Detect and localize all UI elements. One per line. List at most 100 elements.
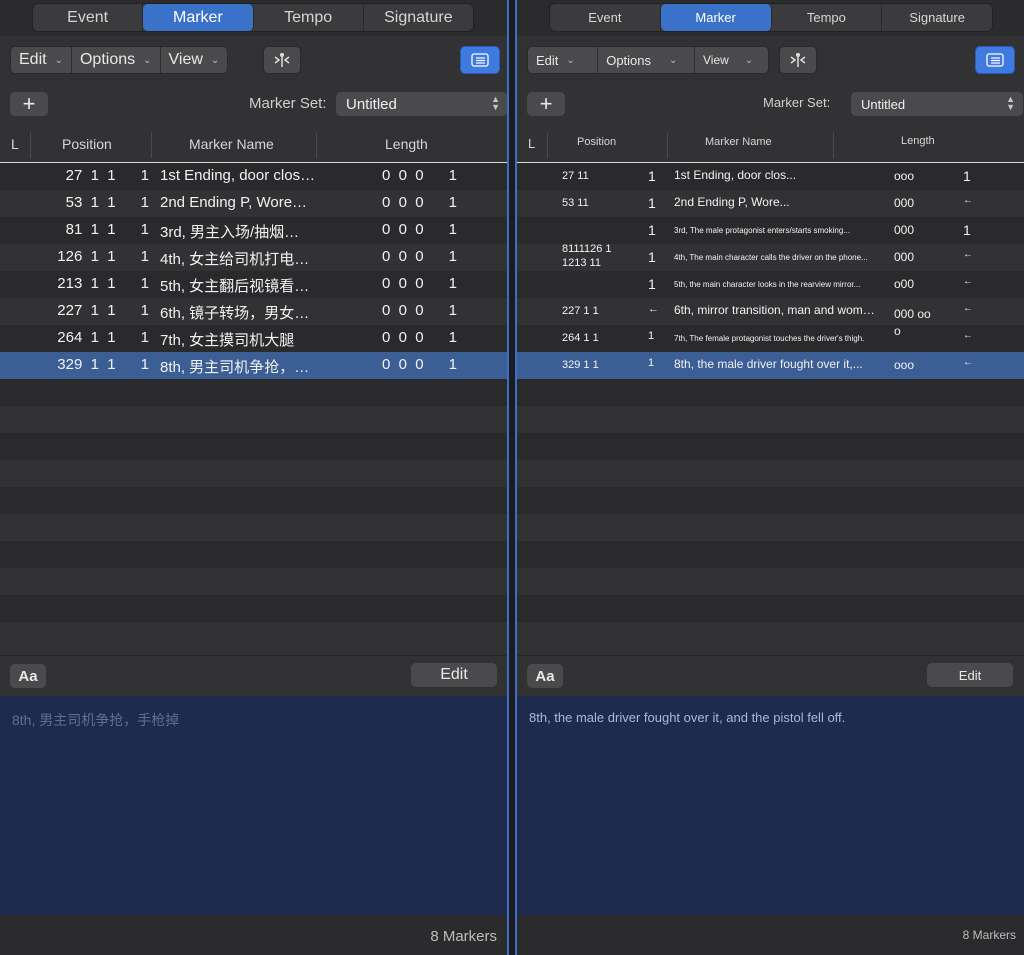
note-text: 8th, 男主司机争抢，手枪掉: [12, 712, 180, 728]
marker-bar-number: 1: [648, 195, 656, 211]
marker-length: 000: [894, 196, 915, 210]
marker-name: 4th, The main character calls the driver…: [674, 253, 868, 262]
empty-row: [0, 514, 507, 541]
segmented-tabs: Event Marker Tempo Signature: [32, 3, 474, 32]
marker-row[interactable]: 27 11 1 1st Ending, door clos... ooo 1: [517, 163, 1024, 190]
tab-tempo[interactable]: Tempo: [772, 4, 883, 31]
col-length[interactable]: Length: [901, 135, 935, 147]
marker-set-select[interactable]: Untitled ▲ ▼: [336, 92, 507, 116]
marker-bar-number: 1: [648, 168, 656, 184]
chevron-down-icon: ⌄: [210, 54, 220, 66]
list-text-icon: [986, 53, 1004, 67]
view-menu[interactable]: View ⌄: [161, 47, 228, 73]
marker-note-text[interactable]: 8th, the male driver fought over it, and…: [517, 696, 1024, 915]
col-position[interactable]: Position: [62, 136, 112, 152]
marker-row[interactable]: 126 1 1 1 4th, 女主给司机打电… 0 0 0 1: [0, 244, 507, 271]
marker-list-panel-translated: Event Marker Tempo Signature Edit ⌄ Optio…: [515, 0, 1024, 955]
marker-row[interactable]: 264 1 1 1 7th, The female protagonist touc…: [517, 324, 1024, 352]
tab-tempo[interactable]: Tempo: [254, 4, 364, 31]
marker-position: 264 1 1: [562, 332, 599, 344]
empty-row: [0, 595, 507, 622]
marker-row[interactable]: 227 1 1 1 6th, 镜子转场，男女… 0 0 0 1: [0, 298, 507, 325]
marker-name: 2nd Ending P, Wore...: [674, 195, 790, 209]
tab-marker[interactable]: Marker: [660, 4, 772, 31]
marker-row[interactable]: 81 1 1 1 3rd, 男主入场/抽烟… 0 0 0 1: [0, 217, 507, 244]
tab-bar: Event Marker Tempo Signature: [0, 0, 507, 36]
view-menu-label: View: [168, 51, 203, 68]
empty-row: [0, 379, 507, 406]
col-marker-name[interactable]: Marker Name: [189, 136, 274, 152]
view-menu[interactable]: View ⌄: [695, 47, 768, 73]
marker-row[interactable]: 27 1 1 1 1st Ending, door clos… 0 0 0 1: [0, 163, 507, 190]
column-divider: [151, 132, 152, 158]
marker-text-toggle-button[interactable]: [975, 46, 1015, 74]
marker-set-value: Untitled: [861, 96, 906, 112]
tab-signature[interactable]: Signature: [364, 4, 473, 31]
tab-event[interactable]: Event: [550, 4, 661, 31]
col-lock[interactable]: L: [11, 136, 19, 152]
marker-row[interactable]: 1 3rd, The male protagonist enters/starts…: [517, 217, 1024, 244]
marker-note-text[interactable]: 8th, 男主司机争抢，手枪掉: [0, 696, 507, 915]
chevron-down-icon: ⌄: [669, 54, 678, 66]
marker-row[interactable]: 53 11 1 2nd Ending P, Wore... 000 ←: [517, 190, 1024, 217]
empty-row: [0, 433, 507, 460]
toolbar: Edit ⌄ Options ⌄ View ⌄: [0, 36, 507, 81]
note-edit-button[interactable]: Edit: [411, 663, 497, 687]
tab-marker[interactable]: Marker: [143, 4, 254, 31]
marker-list-panel-original: Event Marker Tempo Signature Edit ⌄ Optio…: [0, 0, 509, 955]
marker-row[interactable]: 329 1 1 1 8th, 男主司机争抢，… 0 0 0 1: [0, 352, 507, 379]
marker-snap-button[interactable]: [779, 46, 817, 74]
marker-position: 213 1 1 1: [57, 275, 149, 292]
marker-bar-number: 1: [648, 276, 656, 292]
add-marker-button[interactable]: +: [527, 91, 565, 116]
chevron-down-icon: ⌄: [566, 54, 575, 66]
marker-position: 227 1 1 1: [57, 302, 149, 319]
col-length[interactable]: Length: [385, 136, 428, 152]
marker-count: 8 Markers: [962, 928, 1016, 942]
marker-name: 6th, mirror transition, man and woman...: [674, 303, 879, 317]
marker-length: 0 0 0 1: [381, 302, 457, 319]
column-divider: [833, 132, 834, 158]
marker-row[interactable]: 329 1 1 1 8th, the male driver fought over…: [517, 352, 1024, 379]
marker-row[interactable]: 1 5th, the main character looks in the re…: [517, 271, 1024, 298]
marker-position: 81 1 1 1: [65, 221, 149, 238]
options-menu[interactable]: Options ⌄: [598, 47, 695, 73]
options-menu[interactable]: Options ⌄: [72, 47, 161, 73]
marker-bar-number: 1: [648, 330, 655, 342]
marker-row[interactable]: 8111126 1 1213 11 1 4th, The main character…: [517, 243, 1024, 271]
edit-menu[interactable]: Edit ⌄: [11, 47, 72, 73]
marker-text-toggle-button[interactable]: [460, 46, 500, 74]
marker-bar-number: 1: [648, 357, 655, 369]
marker-name: 1st Ending, door clos…: [160, 167, 316, 184]
marker-row[interactable]: 264 1 1 1 7th, 女主摸司机大腿 0 0 0 1: [0, 325, 507, 352]
tab-signature[interactable]: Signature: [882, 4, 992, 31]
marker-row[interactable]: 213 1 1 1 5th, 女主翻后视镜看… 0 0 0 1: [0, 271, 507, 298]
col-position[interactable]: Position: [577, 136, 616, 148]
marker-row[interactable]: 227 1 1 ← 6th, mirror transition, man and …: [517, 298, 1024, 325]
marker-set-select[interactable]: Untitled ▲ ▼: [851, 92, 1023, 116]
marker-length: o: [894, 324, 901, 338]
marker-length-end: 1: [963, 168, 971, 184]
column-header: L Position Marker Name Length: [0, 126, 507, 164]
col-marker-name[interactable]: Marker Name: [705, 136, 772, 148]
marker-position: 53 1 1 1: [65, 194, 149, 211]
menu-group: Edit ⌄ Options ⌄ View ⌄: [10, 46, 229, 74]
marker-position: 264 1 1 1: [57, 329, 149, 346]
marker-length: 0 0 0 1: [381, 248, 457, 265]
tab-event[interactable]: Event: [33, 4, 144, 31]
marker-length: 0 0 0 1: [381, 275, 457, 292]
toolbar: Edit ⌄ Options ⌄ View ⌄: [517, 36, 1024, 81]
marker-length: 0 0 0 1: [381, 356, 457, 373]
note-edit-button[interactable]: Edit: [927, 663, 1013, 687]
marker-length-end: ←: [963, 195, 973, 206]
edit-menu[interactable]: Edit ⌄: [528, 47, 599, 73]
marker-length: 000: [894, 223, 915, 237]
marker-row[interactable]: 53 1 1 1 2nd Ending P, Wore… 0 0 0 1: [0, 190, 507, 217]
font-button[interactable]: Aa: [527, 664, 563, 688]
empty-row: [517, 541, 1024, 568]
add-marker-button[interactable]: +: [10, 91, 48, 116]
column-divider: [30, 132, 31, 158]
col-lock[interactable]: L: [528, 136, 535, 151]
font-button[interactable]: Aa: [10, 664, 46, 688]
marker-snap-button[interactable]: [263, 46, 301, 74]
